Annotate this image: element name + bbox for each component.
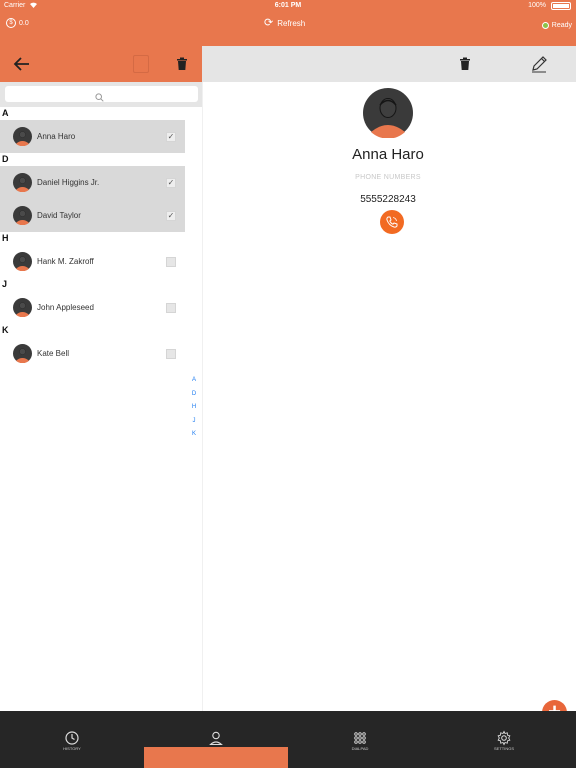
- new-note-icon[interactable]: [133, 55, 149, 73]
- contact-row-david-taylor[interactable]: David Taylor ✓: [0, 199, 185, 232]
- avatar: [13, 344, 32, 364]
- contacts-person-icon: [208, 730, 224, 746]
- contact-list: A Anna Haro ✓ D Daniel Higgins Jr. ✓ Dav…: [0, 107, 202, 370]
- contact-name: Hank M. Zakroff: [37, 257, 94, 266]
- selection-checkbox[interactable]: [166, 303, 176, 313]
- refresh-label: Refresh: [277, 18, 306, 28]
- search-bar: [0, 82, 202, 107]
- contact-detail-avatar: [363, 88, 413, 139]
- detail-toolbar: [202, 46, 576, 82]
- section-header-j: J: [2, 279, 8, 289]
- app-header: $ 0.0 ⟳ Refresh Ready: [0, 12, 576, 46]
- index-letter-j[interactable]: J: [189, 415, 199, 429]
- clock-time: 6:01 PM: [274, 2, 302, 9]
- avatar: [13, 127, 32, 147]
- alphabet-index: A D H J K: [189, 374, 199, 442]
- call-phone-icon[interactable]: [380, 210, 404, 234]
- refresh-icon: ⟳: [264, 17, 274, 29]
- contact-row-kate-bell[interactable]: Kate Bell: [0, 337, 202, 370]
- selection-checkbox[interactable]: ✓: [166, 178, 176, 188]
- index-letter-h[interactable]: H: [189, 401, 199, 415]
- contact-row-daniel-higgins[interactable]: Daniel Higgins Jr. ✓: [0, 166, 185, 199]
- section-header-a: A: [2, 108, 9, 118]
- back-arrow-icon[interactable]: [10, 52, 34, 76]
- coin-icon: $: [6, 18, 16, 28]
- balance-indicator: $ 0.0: [6, 18, 29, 28]
- balance-value: 0.0: [19, 19, 29, 27]
- bottom-tab-bar: HISTORY DIALPAD SETTINGS: [0, 711, 576, 768]
- status-label: Ready: [551, 22, 572, 29]
- contact-name: Anna Haro: [37, 132, 76, 141]
- section-header-d: D: [2, 154, 9, 164]
- dialpad-icon: [352, 730, 368, 746]
- pane-divider: [202, 82, 203, 711]
- contact-name: Daniel Higgins Jr.: [37, 178, 100, 187]
- status-dot-icon: [541, 22, 549, 29]
- avatar: [13, 298, 32, 318]
- section-header-h: H: [2, 233, 9, 243]
- selection-checkbox[interactable]: [166, 257, 176, 267]
- delete-contact-trash-icon[interactable]: [459, 57, 471, 71]
- phone-numbers-label: PHONE NUMBERS: [355, 174, 421, 181]
- selection-checkbox[interactable]: [166, 349, 176, 359]
- index-letter-k[interactable]: K: [189, 428, 199, 442]
- contact-name: David Taylor: [37, 211, 81, 220]
- battery-percent: 100%: [528, 2, 546, 9]
- selection-checkbox[interactable]: ✓: [166, 132, 176, 142]
- avatar: [13, 206, 32, 226]
- avatar: [13, 252, 32, 272]
- clock-icon: [64, 730, 80, 746]
- gear-icon: [496, 730, 512, 746]
- tab-label: HISTORY: [63, 746, 81, 751]
- contact-name: Kate Bell: [37, 349, 70, 358]
- contact-row-anna-haro[interactable]: Anna Haro ✓: [0, 120, 185, 153]
- tab-label: DIALPAD: [351, 746, 369, 751]
- index-letter-d[interactable]: D: [189, 388, 199, 402]
- selection-checkbox[interactable]: ✓: [166, 211, 176, 221]
- avatar: [13, 173, 32, 193]
- connection-status: Ready: [541, 22, 572, 29]
- index-letter-a[interactable]: A: [189, 374, 199, 388]
- refresh-button[interactable]: ⟳ Refresh: [264, 17, 306, 29]
- tab-dialpad[interactable]: DIALPAD: [288, 711, 432, 768]
- section-header-k: K: [2, 325, 9, 335]
- tab-history[interactable]: HISTORY: [0, 711, 144, 768]
- contact-detail-name: Anna Haro: [352, 146, 424, 163]
- ios-status-bar: Carrier 6:01 PM 100%: [0, 0, 576, 12]
- contact-name: John Appleseed: [37, 303, 94, 312]
- contacts-toolbar: [0, 46, 202, 82]
- phone-number[interactable]: 5555228243: [302, 194, 474, 205]
- contact-row-hank-zakroff[interactable]: Hank M. Zakroff: [0, 245, 202, 278]
- trash-icon[interactable]: [176, 57, 188, 71]
- edit-pencil-icon[interactable]: [530, 55, 548, 73]
- search-icon: [95, 89, 104, 102]
- tab-settings[interactable]: SETTINGS: [432, 711, 576, 768]
- tab-label: SETTINGS: [493, 746, 514, 751]
- battery-icon: [551, 2, 571, 10]
- tab-contacts[interactable]: [144, 711, 288, 768]
- contact-row-john-appleseed[interactable]: John Appleseed: [0, 291, 202, 324]
